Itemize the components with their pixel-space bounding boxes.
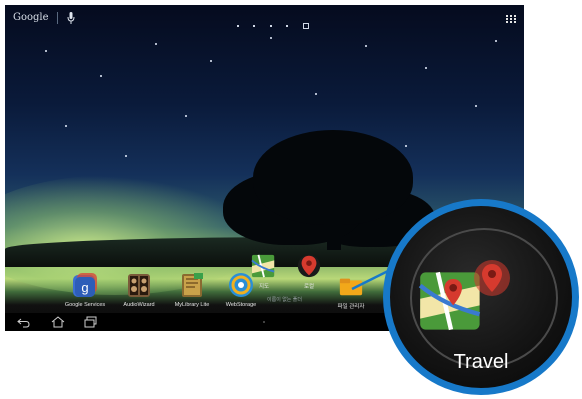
page-dot: [253, 24, 256, 27]
star: [425, 67, 427, 69]
app-label: Google Services: [64, 302, 106, 308]
recent-apps-icon[interactable]: [84, 316, 98, 328]
star: [155, 43, 157, 45]
folder-name-placeholder[interactable]: 이름이 없는 폴더: [267, 296, 302, 303]
star: [125, 155, 127, 157]
star: [495, 40, 497, 42]
star: [405, 145, 407, 147]
app-label: AudioWizard: [123, 302, 155, 308]
audiowizard-icon: [128, 274, 150, 297]
mylibrary-icon: [182, 273, 203, 297]
google-services-icon: g: [73, 273, 97, 297]
page-dot: [237, 24, 239, 27]
star: [315, 93, 317, 95]
folder-label-travel[interactable]: Travel: [390, 351, 572, 374]
app-label: 지도: [258, 284, 270, 290]
divider: [57, 12, 58, 24]
app-label: 파일 관리자: [337, 304, 365, 310]
svg-text:g: g: [81, 280, 88, 295]
all-apps-icon[interactable]: [506, 15, 516, 23]
star: [210, 60, 212, 62]
page-dot: [286, 24, 289, 27]
star: [100, 75, 102, 77]
status-bar: Google: [5, 5, 524, 31]
home-icon[interactable]: [51, 316, 65, 328]
star: [365, 45, 367, 47]
nav-dot: [263, 321, 265, 323]
maps-icon: [251, 254, 275, 278]
star: [475, 105, 477, 107]
page-dot: [269, 24, 272, 27]
back-icon[interactable]: [17, 316, 31, 328]
magnified-callout: Travel: [383, 199, 579, 395]
app-audiowizard[interactable]: AudioWizard: [109, 251, 169, 308]
star: [65, 125, 67, 127]
mic-icon[interactable]: [67, 11, 75, 25]
app-label: WebStorage: [225, 302, 257, 308]
app-google-services[interactable]: g Google Services: [55, 251, 115, 308]
star: [185, 115, 187, 117]
google-search-label[interactable]: Google: [13, 12, 49, 23]
local-icon: [297, 254, 321, 278]
star: [270, 37, 272, 39]
star: [45, 50, 47, 52]
tree-trunk: [327, 205, 341, 250]
page-indicator[interactable]: [237, 17, 319, 35]
folder-app-maps[interactable]: 지도: [239, 251, 289, 290]
local-icon: [474, 260, 510, 296]
page-dot-active: [302, 22, 309, 29]
